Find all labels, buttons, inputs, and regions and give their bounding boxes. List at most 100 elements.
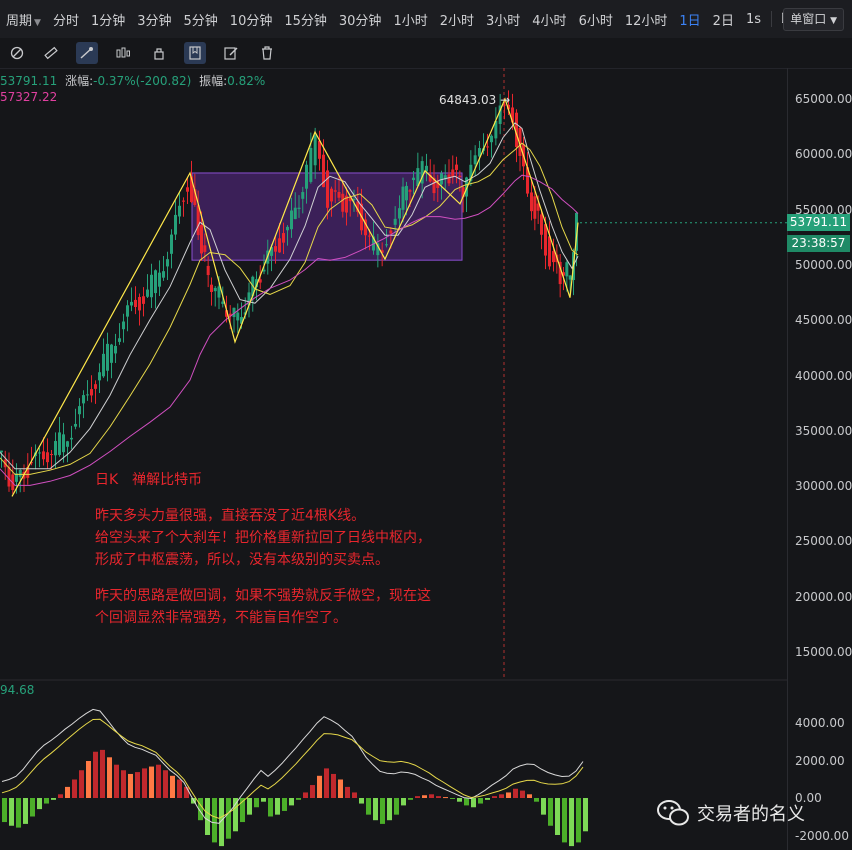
timeframe-0[interactable]: 分时 bbox=[47, 10, 85, 29]
macd-histogram-bar bbox=[275, 798, 280, 815]
macd-histogram-bar bbox=[380, 798, 385, 824]
price-label: 45000.00 bbox=[795, 313, 852, 328]
window-mode-select[interactable]: 单窗口 ▼ bbox=[783, 8, 844, 31]
timeframe-4[interactable]: 10分钟 bbox=[224, 10, 279, 29]
timeframe-7[interactable]: 1小时 bbox=[387, 10, 433, 29]
candle-body bbox=[236, 312, 240, 321]
price-label: 15000.00 bbox=[795, 645, 852, 659]
macd-histogram-bar bbox=[37, 798, 42, 810]
candle-body bbox=[42, 451, 45, 460]
macd-histogram-bar bbox=[387, 798, 392, 821]
price-label: 40000.00 bbox=[795, 368, 852, 383]
macd-histogram-bar bbox=[296, 798, 301, 800]
macd-histogram-bar bbox=[72, 779, 77, 798]
candle-body bbox=[301, 192, 305, 199]
timeframe-bar: 周期 ▼ 分时 1分钟 3分钟 5分钟 10分钟 15分钟 30分钟 1小时 2小时 3小时 4小时 6… bbox=[0, 0, 852, 39]
candle-body bbox=[401, 186, 405, 210]
macd-histogram-bar bbox=[254, 798, 259, 808]
bookmark-icon[interactable] bbox=[184, 42, 206, 64]
timeframe-15[interactable]: 1s bbox=[740, 12, 767, 27]
candle-body bbox=[568, 275, 572, 280]
macd-histogram-bar bbox=[541, 798, 546, 815]
candle-body bbox=[278, 238, 281, 253]
timeframe-2[interactable]: 3分钟 bbox=[131, 10, 177, 29]
candle-body bbox=[210, 284, 213, 292]
lock-icon[interactable] bbox=[148, 42, 170, 64]
candle-body bbox=[447, 174, 451, 184]
candle-body bbox=[90, 389, 93, 396]
timeframe-10[interactable]: 4小时 bbox=[526, 10, 572, 29]
annotation-line-4: 昨天的思路是做回调，如果不强势就反手做空，现在这 bbox=[95, 588, 431, 604]
timeframe-5[interactable]: 15分钟 bbox=[278, 10, 333, 29]
candle-body bbox=[182, 200, 185, 202]
macd-histogram-bar bbox=[373, 798, 378, 821]
timeframe-3[interactable]: 5分钟 bbox=[178, 10, 224, 29]
macd-histogram-bar bbox=[114, 764, 119, 798]
candle-body bbox=[490, 135, 493, 143]
macd-histogram-bar bbox=[310, 785, 315, 798]
macd-histogram-bar bbox=[226, 798, 231, 839]
macd-histogram-bar bbox=[79, 770, 84, 798]
candle-body bbox=[0, 450, 3, 453]
candle-body bbox=[412, 177, 415, 181]
candle-body bbox=[213, 287, 217, 292]
candle-body bbox=[389, 230, 393, 234]
candle-body bbox=[200, 225, 203, 254]
macd-histogram-bar bbox=[100, 749, 105, 798]
last-price: 53791.11 bbox=[0, 74, 58, 88]
candle-body bbox=[186, 187, 189, 192]
candle-body bbox=[86, 394, 89, 396]
current-price-badge: 53791.11 bbox=[787, 214, 850, 231]
macd-histogram-bar bbox=[415, 796, 420, 798]
macd-histogram-bar bbox=[520, 790, 525, 798]
trash-icon[interactable] bbox=[256, 42, 278, 64]
macd-histogram-bar bbox=[548, 798, 553, 826]
period-selector[interactable]: 周期 ▼ bbox=[0, 10, 47, 29]
macd-histogram-bar bbox=[513, 788, 518, 798]
timeframe-11[interactable]: 6小时 bbox=[573, 10, 619, 29]
macd-value: 94.68 bbox=[0, 683, 35, 697]
watermark: 交易者的名义 bbox=[655, 798, 805, 828]
timeframe-1[interactable]: 1分钟 bbox=[85, 10, 131, 29]
macd-histogram-bar bbox=[436, 796, 441, 798]
annotation-text: 日K 禅解比特币 昨天多头力量很强，直接吞没了近4根K线。 给空头来了个大刹车！… bbox=[95, 469, 431, 629]
macd-histogram-bar bbox=[485, 798, 490, 800]
candle-body bbox=[78, 406, 81, 415]
candle-body bbox=[118, 338, 121, 342]
candle-body bbox=[530, 192, 533, 212]
draw-line-icon[interactable] bbox=[76, 42, 98, 64]
wechat-icon bbox=[657, 800, 689, 826]
candle-body bbox=[82, 395, 85, 404]
magnet-icon[interactable] bbox=[6, 42, 28, 64]
edit-icon[interactable] bbox=[220, 42, 242, 64]
macd-histogram-bar bbox=[583, 798, 588, 832]
macd-histogram-bar bbox=[569, 798, 574, 847]
timeframe-12[interactable]: 12小时 bbox=[619, 10, 674, 29]
candle-body bbox=[46, 452, 49, 463]
candle-body bbox=[398, 208, 401, 219]
timeframe-9[interactable]: 3小时 bbox=[480, 10, 526, 29]
timeframe-14[interactable]: 2日 bbox=[707, 10, 740, 29]
candle-body bbox=[458, 175, 462, 178]
candle-body bbox=[552, 251, 555, 263]
candle-body bbox=[134, 299, 137, 308]
kline-chart[interactable] bbox=[0, 68, 852, 850]
macd-histogram-bar bbox=[233, 798, 238, 832]
candle-body bbox=[533, 196, 537, 219]
candle-body bbox=[286, 226, 289, 231]
candle-body bbox=[122, 321, 125, 330]
candle-body bbox=[330, 188, 333, 202]
macd-histogram-bar bbox=[464, 798, 469, 806]
ruler-icon[interactable] bbox=[40, 42, 62, 64]
candlestick-icon[interactable] bbox=[112, 42, 134, 64]
candle-body bbox=[110, 344, 113, 363]
macd-histogram-bar bbox=[408, 798, 413, 800]
timeframe-6[interactable]: 30分钟 bbox=[333, 10, 388, 29]
timeframe-8[interactable]: 2小时 bbox=[434, 10, 480, 29]
macd-histogram-bar bbox=[170, 775, 175, 798]
macd-histogram-bar bbox=[58, 794, 63, 798]
candle-body bbox=[102, 353, 105, 377]
candle-body bbox=[455, 164, 458, 170]
timeframe-13[interactable]: 1日 bbox=[673, 10, 706, 29]
candle-body bbox=[106, 343, 109, 371]
